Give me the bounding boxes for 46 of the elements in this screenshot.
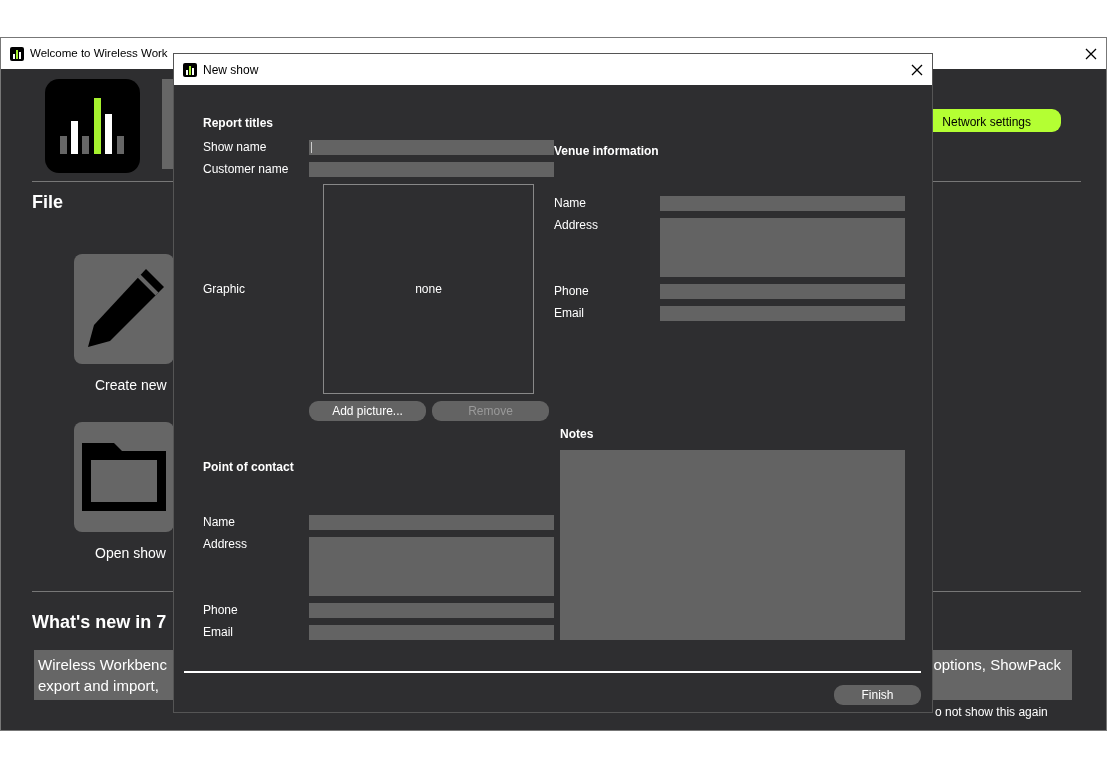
field-label: Show name <box>203 140 268 155</box>
tile-label: Create new <box>95 376 168 394</box>
checkbox-label: o not show this again <box>935 704 1048 721</box>
field-label: Email <box>554 306 585 321</box>
input-field[interactable] <box>309 603 554 618</box>
window-title: Welcome to Wireless Work <box>30 45 168 61</box>
field-label: Customer name <box>203 162 290 177</box>
input-field[interactable] <box>309 162 554 177</box>
news-text: export and import, <box>38 676 160 696</box>
field-label: Phone <box>554 284 590 299</box>
tile-label: Open show <box>95 544 167 562</box>
input-field[interactable] <box>660 196 905 211</box>
text-area[interactable] <box>660 218 905 277</box>
text-area[interactable] <box>309 537 554 596</box>
news-text: options, ShowPack <box>933 655 1061 675</box>
field-label: Email <box>203 625 234 640</box>
close-icon[interactable] <box>911 63 923 76</box>
field-label: Address <box>554 218 600 234</box>
picture-button[interactable]: Add picture... <box>309 401 426 421</box>
field-label: Graphic <box>203 281 247 297</box>
close-icon[interactable] <box>1085 47 1097 60</box>
section-heading: What's new in 7 <box>32 611 167 634</box>
folder-icon <box>80 441 168 513</box>
notes-field[interactable] <box>560 450 905 640</box>
section-heading: Report titles <box>203 115 274 131</box>
field-label: Name <box>203 515 236 530</box>
input-field[interactable] <box>309 625 554 640</box>
section-heading: Notes <box>560 426 595 442</box>
input-field[interactable] <box>309 515 554 530</box>
dialog-title: New show <box>203 61 259 79</box>
input-field[interactable] <box>660 306 905 321</box>
news-text: Wireless Workbenc <box>38 655 167 675</box>
input-field[interactable] <box>309 140 554 155</box>
app-icon <box>10 46 24 61</box>
section-heading: Venue information <box>554 143 660 159</box>
finish-button[interactable]: Finish <box>834 685 921 705</box>
picture-preview: none <box>323 184 534 394</box>
app-icon <box>183 62 197 77</box>
field-label: Address <box>203 537 249 553</box>
section-heading: File <box>32 191 63 214</box>
section-heading: Point of contact <box>203 459 295 475</box>
field-label: Phone <box>203 603 239 618</box>
field-label: Name <box>554 196 587 211</box>
input-field[interactable] <box>660 284 905 299</box>
tile-button[interactable] <box>74 254 174 364</box>
tile-button[interactable] <box>74 422 174 532</box>
